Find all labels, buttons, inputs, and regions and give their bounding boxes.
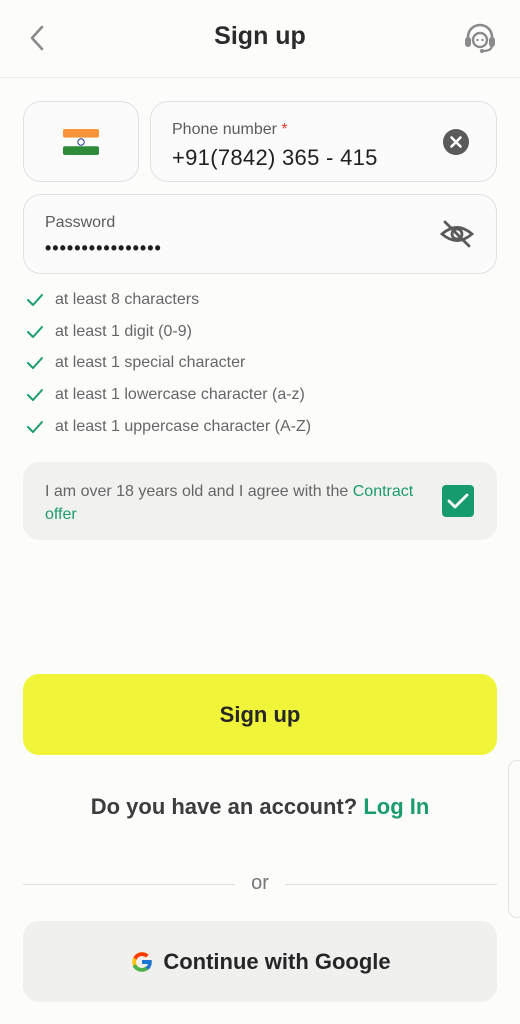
login-prompt: Do you have an account? Log In	[90, 794, 430, 819]
eye-off-icon[interactable]	[440, 219, 474, 249]
check-icon	[27, 420, 43, 433]
rule-item: at least 1 digit (0-9)	[26, 316, 311, 348]
phone-input[interactable]: +91(7842) 365 - 415	[172, 145, 378, 171]
check-icon	[27, 325, 43, 338]
google-signin-button[interactable]: Continue with Google	[23, 921, 497, 1002]
rule-item: at least 1 special character	[26, 347, 311, 379]
password-label: Password	[45, 214, 116, 231]
age-agreement: I am over 18 years old and I agree with …	[23, 462, 497, 540]
login-link[interactable]: Log In	[363, 794, 429, 819]
or-divider: or	[23, 872, 497, 896]
checkmark-icon	[447, 493, 469, 509]
rule-item: at least 8 characters	[26, 284, 311, 316]
password-field[interactable]: Password ••••••••••••••••	[23, 194, 497, 274]
agreement-text: I am over 18 years old and I agree with …	[45, 483, 414, 523]
rule-item: at least 1 lowercase character (a-z)	[26, 379, 311, 411]
google-button-label: Continue with Google	[163, 948, 391, 974]
support-button[interactable]	[460, 18, 500, 58]
headset-icon	[465, 23, 495, 53]
country-selector[interactable]	[23, 101, 139, 182]
password-rules: at least 8 characters at least 1 digit (…	[26, 284, 311, 442]
phone-field[interactable]: Phone number * +91(7842) 365 - 415	[150, 101, 497, 182]
top-bar: Sign up	[0, 0, 520, 78]
rule-item: at least 1 uppercase character (A-Z)	[26, 411, 311, 443]
agreement-checkbox[interactable]	[442, 485, 474, 517]
google-icon	[132, 951, 153, 972]
check-icon	[27, 388, 43, 401]
required-mark: *	[281, 121, 288, 138]
password-input[interactable]: ••••••••••••••••	[45, 238, 162, 259]
clear-icon[interactable]	[442, 128, 470, 156]
side-drawer-handle[interactable]	[508, 760, 520, 918]
check-icon	[27, 357, 43, 370]
check-icon	[27, 293, 43, 306]
page-title: Sign up	[214, 22, 306, 50]
india-flag-icon	[63, 128, 99, 155]
or-label: or	[251, 872, 269, 894]
phone-label: Phone number *	[172, 121, 288, 138]
signup-button[interactable]: Sign up	[23, 674, 497, 755]
